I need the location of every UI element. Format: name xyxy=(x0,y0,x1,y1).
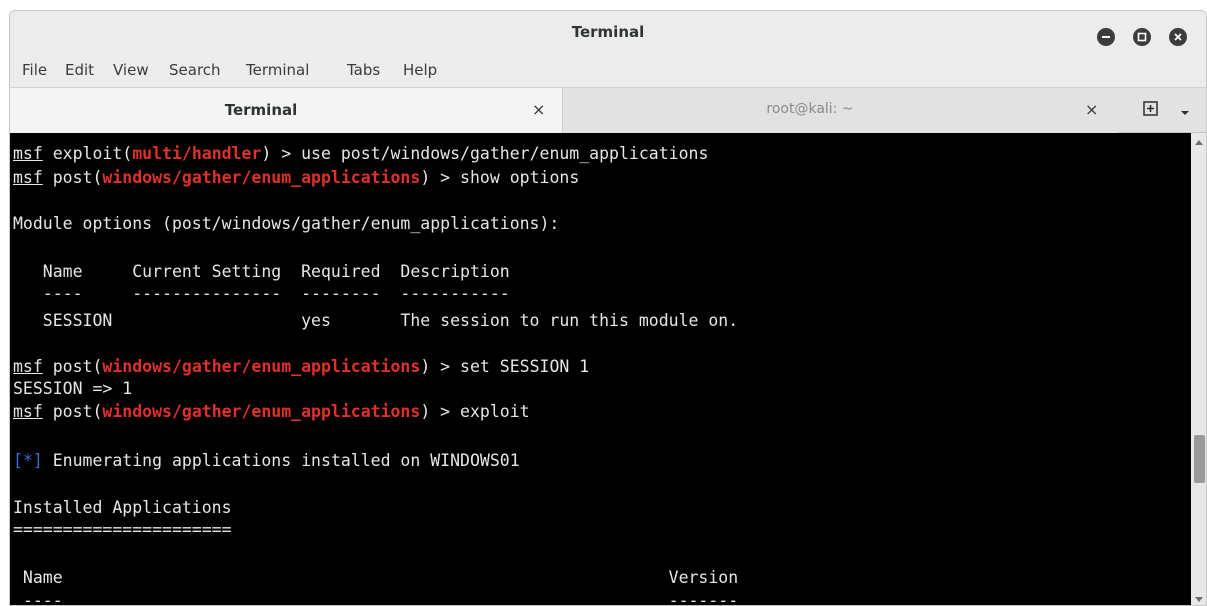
tab-terminal[interactable]: Terminal × xyxy=(10,88,563,133)
options-table-row: SESSION yes The session to run this modu… xyxy=(13,311,739,330)
options-table-divider: ---- --------------- -------- ----------… xyxy=(13,284,510,303)
menu-tabs[interactable]: Tabs xyxy=(347,61,380,79)
new-tab-icon xyxy=(1143,101,1158,116)
title-bar[interactable]: Terminal xyxy=(10,11,1206,57)
terminal-text: ) > set SESSION 1 xyxy=(420,357,590,376)
menu-search[interactable]: Search xyxy=(169,61,221,79)
tab-tools xyxy=(1115,88,1206,133)
terminal-line-1: msf exploit(multi/handler) > use post/wi… xyxy=(13,144,708,164)
terminal-line-2: msf post(windows/gather/enum_application… xyxy=(13,168,579,188)
maximize-button[interactable] xyxy=(1133,28,1151,46)
msf-prompt: msf xyxy=(13,357,43,376)
terminal-line-11: Installed Applications xyxy=(13,498,232,517)
minimize-button[interactable] xyxy=(1097,28,1115,46)
tab-bar: Terminal × root@kali: ~ × xyxy=(10,87,1206,133)
module-name: windows/gather/enum_applications xyxy=(102,357,421,376)
apps-table-header: Name Version xyxy=(13,568,739,587)
menu-bar: File Edit View Search Terminal Tabs Help xyxy=(10,57,1206,87)
terminal-line-12: ====================== xyxy=(13,520,232,539)
tab-terminal-label: Terminal xyxy=(224,101,298,119)
close-button[interactable] xyxy=(1169,28,1187,46)
terminal-text: exploit( xyxy=(42,144,133,163)
terminal-text: ) > use post/windows/gather/enum_applica… xyxy=(261,144,709,163)
terminal-text: post( xyxy=(42,168,103,187)
scrollbar-thumb[interactable] xyxy=(1194,435,1205,483)
terminal-text: post( xyxy=(42,357,103,376)
menu-view[interactable]: View xyxy=(113,61,149,79)
module-name: multi/handler xyxy=(132,144,262,163)
terminal-text: ) > exploit xyxy=(420,402,530,421)
tab-root-kali-label: root@kali: ~ xyxy=(766,101,854,117)
maximize-icon xyxy=(1137,32,1147,42)
info-tag: [*] xyxy=(13,451,43,470)
terminal-line-8: SESSION => 1 xyxy=(13,379,133,398)
window-title: Terminal xyxy=(571,23,645,41)
terminal-text: Enumerating applications installed on WI… xyxy=(42,451,520,470)
terminal-line-3: Module options (post/windows/gather/enum… xyxy=(13,214,560,233)
terminal-line-9: msf post(windows/gather/enum_application… xyxy=(13,402,530,422)
apps-table-divider: ---- ------- xyxy=(13,591,739,606)
options-table-header: Name Current Setting Required Descriptio… xyxy=(13,262,510,281)
terminal-text: ) > show options xyxy=(420,168,580,187)
tab-root-kali-close-icon[interactable]: × xyxy=(1085,100,1098,119)
msf-prompt: msf xyxy=(13,168,43,187)
chevron-down-icon xyxy=(1181,111,1189,115)
terminal-window: Terminal File Edit View Search Terminal … xyxy=(9,10,1207,606)
tab-terminal-close-icon[interactable]: × xyxy=(532,100,545,119)
close-icon xyxy=(1174,33,1182,41)
tabs-menu-button[interactable] xyxy=(1179,105,1191,115)
module-name: windows/gather/enum_applications xyxy=(102,402,421,421)
menu-help[interactable]: Help xyxy=(403,61,437,79)
terminal-line-10: [*] Enumerating applications installed o… xyxy=(13,451,520,471)
terminal-text: post( xyxy=(42,402,103,421)
menu-edit[interactable]: Edit xyxy=(65,61,94,79)
terminal-line-7: msf post(windows/gather/enum_application… xyxy=(13,357,589,377)
menu-terminal[interactable]: Terminal xyxy=(246,61,309,79)
msf-prompt: msf xyxy=(13,402,43,421)
minimize-icon xyxy=(1102,36,1110,38)
menu-file[interactable]: File xyxy=(22,61,47,79)
scroll-down-icon[interactable] xyxy=(1195,597,1203,602)
scroll-up-icon[interactable] xyxy=(1195,140,1203,145)
terminal-output[interactable]: msf exploit(multi/handler) > use post/wi… xyxy=(10,133,1191,606)
module-name: windows/gather/enum_applications xyxy=(102,168,421,187)
terminal-scrollbar[interactable] xyxy=(1191,133,1206,605)
tab-root-kali[interactable]: root@kali: ~ × xyxy=(563,88,1117,133)
msf-prompt: msf xyxy=(13,144,43,163)
new-tab-button[interactable] xyxy=(1143,101,1159,117)
